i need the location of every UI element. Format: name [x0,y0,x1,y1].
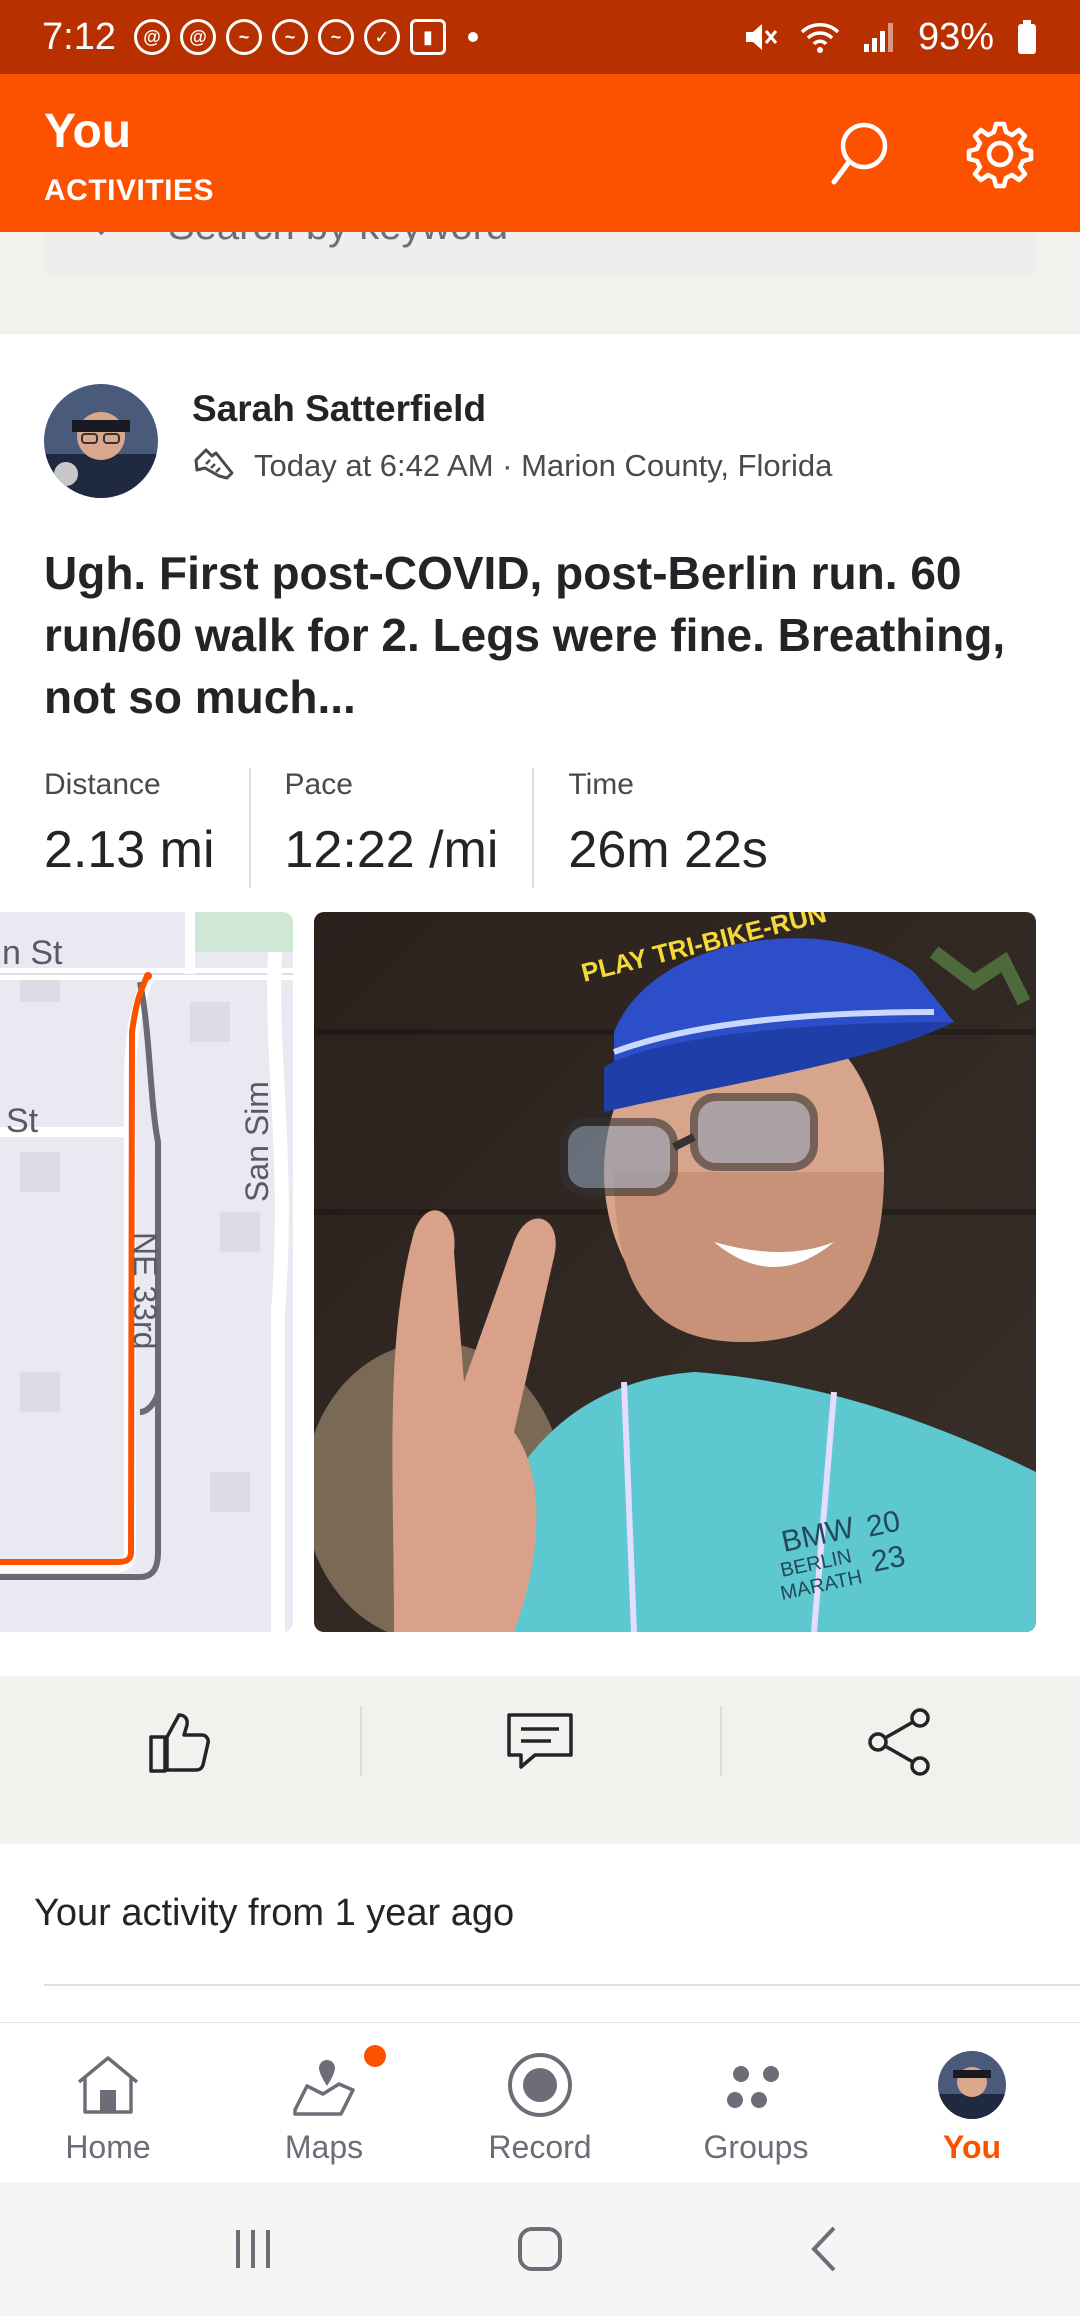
messenger-icon: ~ [271,19,308,55]
back-button[interactable] [782,2204,872,2294]
wifi-icon [800,23,840,53]
activity-title[interactable]: Ugh. First post-COVID, post-Berlin run. … [44,542,1034,728]
activity-meta: Today at 6:42 AM · Marion County, Florid… [192,446,832,486]
notification-dot [364,2045,386,2067]
divider [44,1984,1080,1986]
map-street-label: NE 33rd [127,1232,163,1349]
check-icon: ✓ [363,19,400,55]
battery-icon [1018,20,1036,54]
page-subtitle: ACTIVITIES [44,174,215,207]
stat-label: Pace [284,768,353,801]
map-street-label: San Sim [239,1081,275,1202]
shirt-year: 23 [869,1540,909,1579]
memory-card[interactable]: Your activity from 1 year ago [0,1844,1080,2024]
thumbs-up-icon [149,1713,210,1773]
stat-value: 26m 22s [568,821,768,879]
settings-button[interactable] [962,116,1038,192]
nav-label: Record [488,2129,592,2165]
gear-icon [966,121,1034,189]
page-title: You [44,105,132,158]
threads-icon: @ [179,19,216,55]
map-street-label: St [6,1102,39,1140]
stat-label: Time [568,768,634,801]
share-button[interactable] [720,1676,1080,1808]
activity-date-location: Today at 6:42 AM · Marion County, Florid… [254,448,833,483]
home-system-button[interactable] [495,2204,585,2294]
threads-icon: @ [133,19,170,55]
share-icon [868,1708,930,1776]
athlete-avatar[interactable] [44,384,158,498]
nav-you[interactable]: You [864,2023,1080,2182]
battery-percent: 93% [917,15,994,58]
home-square-icon [517,2227,562,2271]
memory-title: Your activity from 1 year ago [34,1892,515,1934]
search-icon [831,122,888,185]
signal-icon [863,23,893,52]
stat-label: Distance [44,768,161,801]
recent-apps-button[interactable] [208,2204,298,2294]
nav-maps[interactable]: Maps [216,2023,432,2182]
back-chevron-icon [810,2226,836,2272]
activity-stats: Distance 2.13 mi Pace 12:22 /mi Time 26m… [44,768,802,888]
more-notifications-icon [467,32,478,42]
bottom-nav: Home Maps Record Groups You [0,2022,1080,2182]
cup-icon: ▮ [409,19,446,55]
activity-photo[interactable]: PLAY TRI-BIKE-RUN BMW BERLIN MARATH 20 2… [314,912,1036,1632]
maps-icon [284,2045,364,2125]
nav-home[interactable]: Home [0,2023,216,2182]
recent-apps-icon [236,2230,271,2268]
nav-groups[interactable]: Groups [648,2023,864,2182]
messenger-icon: ~ [317,19,354,55]
groups-icon [716,2045,796,2125]
shirt-year: 20 [864,1505,904,1544]
comment-icon [507,1713,573,1769]
stat-pace: Pace 12:22 /mi [248,768,533,888]
stat-value: 12:22 /mi [284,821,499,879]
map-street-label: n St [2,934,63,972]
search-button[interactable] [820,116,896,192]
nav-label: Groups [703,2129,809,2165]
mute-icon [745,24,778,50]
comment-button[interactable] [360,1676,720,1808]
record-icon [500,2045,580,2125]
messenger-icon: ~ [225,19,262,55]
stat-value: 2.13 mi [44,821,215,879]
status-time: 7:12 [42,15,116,58]
nav-label: Home [65,2129,151,2165]
nav-label: You [942,2129,1002,2165]
nav-record[interactable]: Record [432,2023,648,2182]
activity-card[interactable]: Sarah Satterfield Today at 6:42 AM · Mar… [0,334,1080,1808]
run-shoe-icon [194,448,234,480]
app-header: You ACTIVITIES [0,74,1080,232]
system-nav-bar [0,2182,1080,2316]
stat-distance: Distance 2.13 mi [44,768,249,888]
athlete-name[interactable]: Sarah Satterfield [192,388,486,430]
avatar [932,2045,1012,2125]
activity-actions [0,1676,1080,1808]
status-bar: 7:12 @ @ ~ ~ ~ ✓ ▮ 93% [0,0,1080,74]
route-map[interactable]: n St St San Sim NE 33rd [0,912,293,1632]
kudos-button[interactable] [0,1676,360,1808]
nav-label: Maps [284,2129,364,2165]
home-icon [68,2045,148,2125]
stat-time: Time 26m 22s [532,768,801,888]
